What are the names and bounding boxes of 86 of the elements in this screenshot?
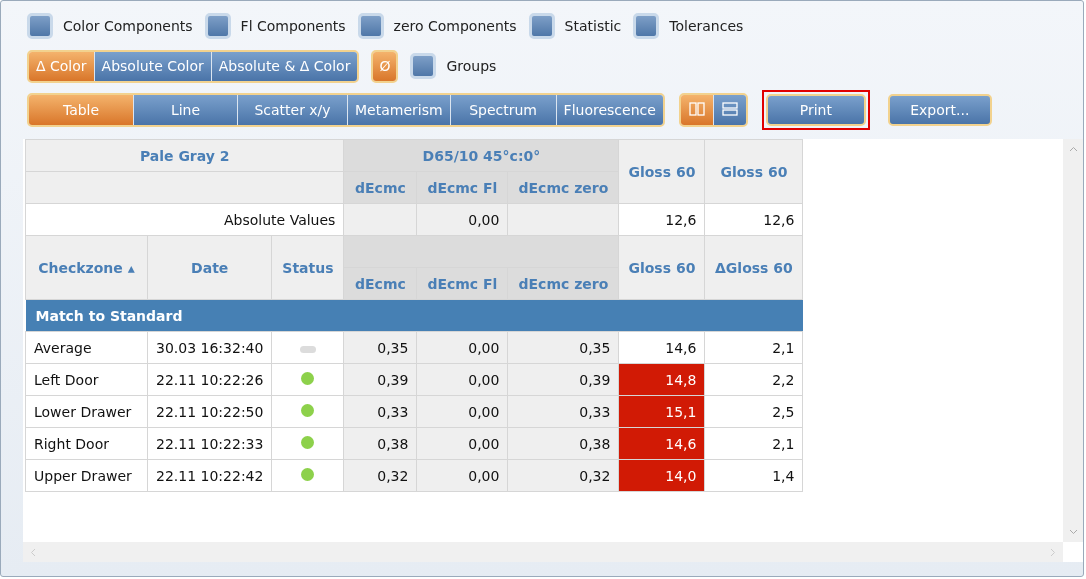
table-cell: 12,6 — [618, 203, 705, 236]
view-tab[interactable]: Table — [29, 95, 133, 125]
checkbox-label: Groups — [446, 58, 497, 74]
color-mode-tab[interactable]: Absolute & Δ Color — [210, 51, 358, 81]
scroll-up-icon[interactable] — [1068, 145, 1078, 154]
column-header[interactable]: Checkzone ▴ — [25, 235, 148, 300]
table-cell: Left Door — [25, 363, 148, 396]
checkbox[interactable] — [357, 13, 384, 39]
checkbox[interactable] — [633, 13, 660, 39]
column-header[interactable]: Date — [147, 235, 272, 300]
table-cell: 0,32 — [507, 459, 619, 492]
average-button[interactable]: Ø — [373, 51, 397, 81]
color-mode-tab[interactable]: Δ Color — [29, 51, 94, 81]
table-cell: 0,39 — [507, 363, 619, 396]
table-cell: 0,00 — [416, 459, 508, 492]
header-cell: D65/10 45°c:0° — [343, 139, 619, 172]
table-cell: 0,00 — [416, 203, 508, 236]
two-rows-icon — [721, 101, 738, 116]
checkbox[interactable] — [528, 13, 555, 39]
column-header[interactable]: dEcmc — [343, 267, 417, 300]
header-cell: dEcmc — [343, 171, 417, 204]
header-cell: dEcmc zero — [507, 171, 619, 204]
checkbox-label: Fl Components — [240, 18, 346, 34]
table-cell: 14,0 — [618, 459, 705, 492]
table-cell: Lower Drawer — [25, 395, 148, 428]
table-cell: 2,2 — [704, 363, 803, 396]
vertical-scrollbar[interactable] — [1063, 139, 1083, 542]
table-cell: 14,8 — [618, 363, 705, 396]
checkbox[interactable] — [410, 53, 437, 79]
column-header[interactable]: Status — [271, 235, 344, 300]
table-cell: 2,1 — [704, 427, 803, 460]
header-cell: Gloss 60 — [704, 139, 803, 204]
table-cell: 0,35 — [507, 331, 619, 364]
table-cell: 0,35 — [343, 331, 417, 364]
scroll-down-icon[interactable] — [1068, 527, 1078, 536]
action-button[interactable]: Print — [765, 94, 866, 126]
table-cell: 14,6 — [618, 331, 705, 364]
table-cell: 2,5 — [704, 395, 803, 428]
table-cell: 1,4 — [704, 459, 803, 492]
view-tab[interactable]: Metamerism — [347, 95, 450, 125]
table-cell: 0,38 — [507, 427, 619, 460]
table-cell: 0,00 — [416, 331, 508, 364]
table-cell: 12,6 — [704, 203, 803, 236]
table-cell: 0,00 — [416, 395, 508, 428]
column-header[interactable]: ΔGloss 60 — [704, 235, 803, 300]
checkbox-label: Tolerances — [669, 18, 744, 34]
checkbox[interactable] — [27, 13, 53, 39]
two-columns-icon — [688, 101, 705, 116]
table-cell: 22.11 10:22:26 — [147, 363, 272, 396]
table-cell: 2,1 — [704, 331, 803, 364]
table-cell: 0,00 — [416, 427, 508, 460]
table-cell: 0,33 — [507, 395, 619, 428]
column-header[interactable]: dEcmc Fl — [416, 267, 508, 300]
table-cell: 15,1 — [618, 395, 705, 428]
table-cell: 30.03 16:32:40 — [147, 331, 272, 364]
table-cell: Absolute Values — [25, 203, 344, 236]
checkbox-label: Statistic — [564, 18, 622, 34]
table-cell: 0,32 — [343, 459, 417, 492]
view-tab[interactable]: Fluorescence — [555, 95, 663, 125]
header-cell: Pale Gray 2 — [25, 139, 344, 172]
table-cell: Average — [25, 331, 148, 364]
view-tab[interactable]: Spectrum — [449, 95, 556, 125]
table-cell: 0,39 — [343, 363, 417, 396]
checkbox-label: Color Components — [63, 18, 193, 34]
group-row: Match to Standard — [25, 299, 803, 332]
action-button[interactable]: Export... — [887, 94, 992, 126]
header-cell: dEcmc Fl — [416, 171, 508, 204]
checkbox[interactable] — [204, 13, 231, 39]
layout-toggle-button[interactable] — [712, 95, 746, 125]
table-cell: 14,6 — [618, 427, 705, 460]
table-cell: 0,00 — [416, 363, 508, 396]
view-tab[interactable]: Scatter x/y — [237, 95, 347, 125]
table-cell: 0,38 — [343, 427, 417, 460]
table-cell: Right Door — [25, 427, 148, 460]
table-cell: 22.11 10:22:42 — [147, 459, 272, 492]
table-cell: Upper Drawer — [25, 459, 148, 492]
table-cell: 22.11 10:22:33 — [147, 427, 272, 460]
layout-toggle-button[interactable] — [680, 95, 713, 125]
column-header[interactable]: Gloss 60 — [618, 235, 705, 300]
color-mode-tab[interactable]: Absolute Color — [93, 51, 211, 81]
column-header[interactable]: dEcmc zero — [507, 267, 619, 300]
view-tab[interactable]: Line — [133, 95, 237, 125]
checkbox-label: zero Components — [393, 18, 517, 34]
table-cell: 0,33 — [343, 395, 417, 428]
header-cell: Gloss 60 — [618, 139, 705, 204]
table-cell: 22.11 10:22:50 — [147, 395, 272, 428]
